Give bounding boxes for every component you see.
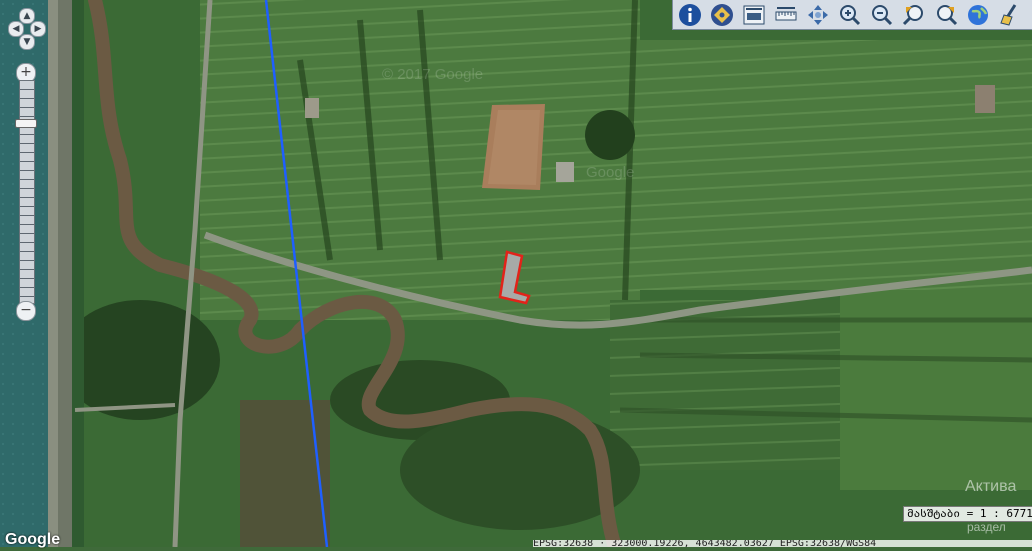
- zoom-control: + −: [15, 63, 37, 321]
- zoom-in-tool[interactable]: [835, 1, 865, 28]
- zoom-out-icon: [872, 4, 893, 25]
- layers-icon: [711, 3, 733, 26]
- map-watermark: © 2017 Google: [382, 66, 484, 83]
- next-extent-tool[interactable]: [931, 1, 961, 28]
- map-watermark: Google: [586, 164, 635, 181]
- zoom-minus-button[interactable]: −: [16, 301, 36, 321]
- globe-icon: [968, 4, 988, 25]
- pan-tool[interactable]: [803, 1, 833, 28]
- clear-tool[interactable]: [995, 1, 1025, 28]
- previous-extent-tool[interactable]: [899, 1, 929, 28]
- coordinate-readout: EPSG:32638 · 323000.19226, 4643482.03627…: [533, 540, 1032, 547]
- measure-length-tool[interactable]: [771, 1, 801, 28]
- satellite-map[interactable]: [0, 0, 1032, 551]
- pan-down-button[interactable]: ▼: [19, 34, 35, 50]
- os-activation-watermark: Актива: [965, 478, 1017, 495]
- info-tool[interactable]: [675, 1, 705, 28]
- zoom-out-tool[interactable]: [867, 1, 897, 28]
- measure-area-tool[interactable]: [739, 1, 769, 28]
- ruler-icon: [775, 6, 797, 20]
- ruler-area-icon: [743, 5, 765, 24]
- google-logo: Google: [5, 531, 61, 548]
- zoom-in-icon: [840, 4, 861, 25]
- forward-icon: [937, 4, 958, 25]
- zoom-slider-handle[interactable]: [15, 119, 37, 128]
- back-icon: [902, 4, 923, 25]
- zoom-bar[interactable]: [19, 80, 35, 304]
- map-toolbar: [672, 0, 1032, 30]
- satellite-imagery: [0, 0, 1032, 551]
- layers-tool[interactable]: [707, 1, 737, 28]
- move-icon: [808, 4, 828, 25]
- os-activation-watermark-sub: раздел: [967, 520, 1006, 534]
- scale-readout: მასშტაბი = 1 : 6771: [903, 506, 1032, 522]
- pan-control: ▲ ◀ ▶ ▼: [8, 8, 46, 50]
- full-extent-tool[interactable]: [963, 1, 993, 28]
- broom-icon: [1000, 3, 1017, 26]
- info-icon: [679, 3, 701, 26]
